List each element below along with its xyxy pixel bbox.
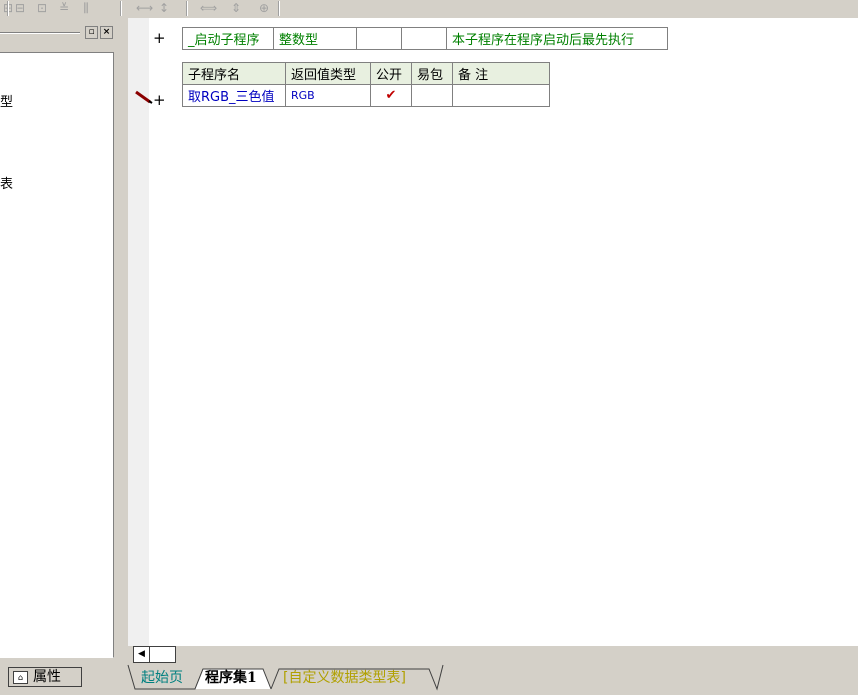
column-header: 备 注 xyxy=(452,62,550,85)
pencil-icon xyxy=(135,90,153,104)
horizontal-scrollbar[interactable]: ◀ xyxy=(128,646,858,663)
column-header: 公开 xyxy=(370,62,412,85)
document-tabs: 起始页 程序集1 [自定义数据类型表] xyxy=(123,663,858,695)
note-cell[interactable]: 本子程序在程序启动后最先执行 xyxy=(446,27,668,50)
align-left-icon[interactable]: ⊟ xyxy=(12,1,28,15)
properties-tab-label: 属性 xyxy=(33,669,61,685)
column-header: 返回值类型 xyxy=(285,62,371,85)
easy-pack-cell[interactable] xyxy=(411,84,453,107)
close-icon[interactable]: × xyxy=(100,26,113,39)
column-header: 易包 xyxy=(411,62,453,85)
return-type-cell[interactable]: 整数型 xyxy=(273,27,357,50)
table-row: 取RGB_三色值 RGB ✔ xyxy=(182,84,550,107)
column-header: 子程序名 xyxy=(182,62,286,85)
scroll-left-icon[interactable]: ◀ xyxy=(133,646,150,663)
left-panel: ▫ × 型 表 xyxy=(0,18,123,663)
space-horizontal-icon[interactable]: ⟷ xyxy=(136,1,153,15)
tab-program-set[interactable]: 程序集1 xyxy=(205,670,257,686)
editor-gutter xyxy=(128,18,149,646)
scroll-track[interactable] xyxy=(149,646,176,663)
toolbar-separator xyxy=(120,1,122,16)
expand-plus-icon[interactable]: + xyxy=(153,92,166,108)
public-check-cell[interactable]: ✔ xyxy=(370,84,412,107)
tab-custom-data-types[interactable]: [自定义数据类型表] xyxy=(283,670,406,686)
align-right-icon[interactable]: ⫼ xyxy=(78,1,94,15)
toolbar-separator xyxy=(7,1,9,16)
left-tabbar: ⌂ 属性 xyxy=(0,663,123,695)
panel-header: ▫ × xyxy=(0,26,120,40)
align-top-icon[interactable]: ⊡ xyxy=(34,1,50,15)
same-width-icon[interactable]: ⟺ xyxy=(200,1,217,15)
table-row: _启动子程序 整数型 本子程序在程序启动后最先执行 xyxy=(182,27,668,50)
expand-plus-icon[interactable]: + xyxy=(153,30,166,46)
tree-item[interactable]: 表 xyxy=(0,173,13,192)
align-center-icon[interactable]: ≚ xyxy=(56,1,72,15)
code-editor[interactable]: + _启动子程序 整数型 本子程序在程序启动后最先执行 子程序名 返回值类型 公… xyxy=(128,18,858,646)
note-cell[interactable] xyxy=(452,84,550,107)
support-library-tree: 型 表 xyxy=(0,52,114,658)
startup-sub-table: _启动子程序 整数型 本子程序在程序启动后最先执行 xyxy=(182,27,668,50)
return-type-cell[interactable]: RGB xyxy=(285,84,371,107)
sub-program-table: 子程序名 返回值类型 公开 易包 备 注 取RGB_三色值 RGB ✔ xyxy=(182,62,550,107)
maximize-icon[interactable]: ▫ xyxy=(85,26,98,39)
table-header-row: 子程序名 返回值类型 公开 易包 备 注 xyxy=(182,62,550,85)
sub-name-cell[interactable]: 取RGB_三色值 xyxy=(182,84,286,107)
toolbar-separator xyxy=(186,1,188,16)
toolbar-separator xyxy=(278,1,280,16)
easy-pack-cell[interactable] xyxy=(401,27,447,50)
properties-tab[interactable]: ⌂ 属性 xyxy=(8,667,82,687)
same-height-icon[interactable]: ⇕ xyxy=(228,1,244,15)
space-vertical-icon[interactable]: ↕ xyxy=(156,1,172,15)
sub-name-cell[interactable]: _启动子程序 xyxy=(182,27,274,50)
tree-item[interactable]: 型 xyxy=(0,91,13,110)
properties-icon: ⌂ xyxy=(13,671,28,684)
panel-grip[interactable] xyxy=(0,32,80,34)
public-cell[interactable] xyxy=(356,27,402,50)
same-size-icon[interactable]: ⊕ xyxy=(256,1,272,15)
tab-start-page[interactable]: 起始页 xyxy=(141,670,183,686)
toolbar: ⊞ ⊟ ⊡ ≚ ⫼ ⟷ ↕ ⟺ ⇕ ⊕ xyxy=(0,0,858,18)
